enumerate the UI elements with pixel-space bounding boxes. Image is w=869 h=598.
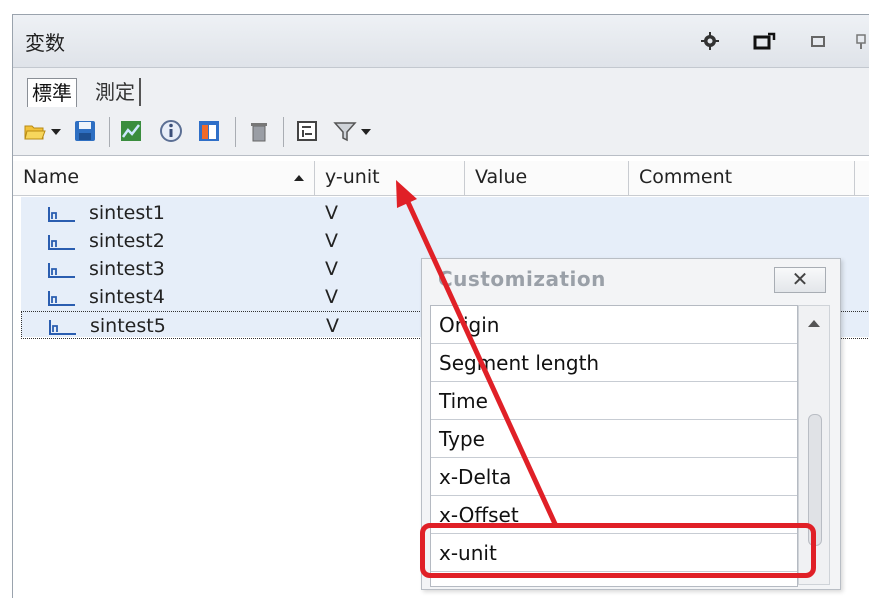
layout-icon[interactable] — [295, 119, 319, 143]
column-header-y-unit[interactable]: y-unit — [315, 161, 465, 195]
sort-ascending-icon — [294, 175, 304, 181]
signal-icon — [48, 291, 75, 306]
annotation-highlight-box — [420, 523, 816, 578]
info-icon[interactable] — [159, 119, 183, 143]
toolbar-separator — [283, 117, 284, 147]
row-y-unit: V — [325, 286, 338, 308]
field-item-segment-length[interactable]: Segment length — [431, 344, 797, 382]
toolbar-separator — [235, 117, 236, 147]
undock-icon[interactable] — [753, 32, 777, 50]
window-icon[interactable] — [197, 119, 221, 143]
delete-icon[interactable] — [247, 119, 271, 143]
row-name: sintest3 — [89, 258, 165, 280]
signal-icon — [49, 320, 76, 335]
filter-icon[interactable] — [333, 119, 357, 143]
table-row[interactable]: sintest1 V — [21, 199, 869, 227]
table-header: Name y-unit Value Comment — [13, 161, 869, 196]
toolbar — [13, 111, 869, 156]
column-header-name[interactable]: Name — [13, 161, 315, 195]
filter-dropdown-icon[interactable] — [361, 129, 371, 135]
row-name: sintest5 — [90, 315, 166, 337]
row-y-unit: V — [325, 258, 338, 280]
tab-standard[interactable]: 標準 — [27, 78, 77, 107]
tab-measurement[interactable]: 測定 — [91, 78, 141, 106]
table-row[interactable]: sintest2 V — [21, 227, 869, 255]
field-item-time[interactable]: Time — [431, 382, 797, 420]
chart-icon[interactable] — [119, 119, 143, 143]
row-name: sintest1 — [89, 202, 165, 224]
screenshot: 変数 標準 測定 Name y-unit Value Comment sinte… — [0, 0, 869, 598]
scroll-up-icon[interactable] — [808, 320, 820, 327]
settings-gear-icon[interactable] — [701, 32, 719, 50]
signal-icon — [48, 207, 75, 222]
panel-titlebar: 変数 — [13, 15, 869, 68]
dialog-close-button[interactable]: ✕ — [774, 267, 826, 293]
field-item-origin[interactable]: Origin — [431, 306, 797, 344]
row-y-unit: V — [325, 202, 338, 224]
row-y-unit: V — [325, 230, 338, 252]
maximize-icon[interactable] — [809, 32, 827, 50]
toolbar-separator — [109, 117, 110, 147]
field-item-x-delta[interactable]: x-Delta — [431, 458, 797, 496]
pin-icon[interactable] — [855, 32, 867, 50]
open-dropdown-icon[interactable] — [51, 129, 61, 135]
panel-title: 変数 — [25, 31, 65, 55]
open-folder-icon[interactable] — [23, 119, 47, 143]
signal-icon — [48, 263, 75, 278]
field-item-type[interactable]: Type — [431, 420, 797, 458]
save-icon[interactable] — [73, 119, 97, 143]
row-y-unit: V — [326, 315, 339, 337]
row-name: sintest2 — [89, 230, 165, 252]
column-header-value[interactable]: Value — [465, 161, 629, 195]
signal-icon — [48, 235, 75, 250]
column-header-comment[interactable]: Comment — [629, 161, 855, 195]
row-name: sintest4 — [89, 286, 165, 308]
dialog-title: Customization — [438, 267, 606, 291]
